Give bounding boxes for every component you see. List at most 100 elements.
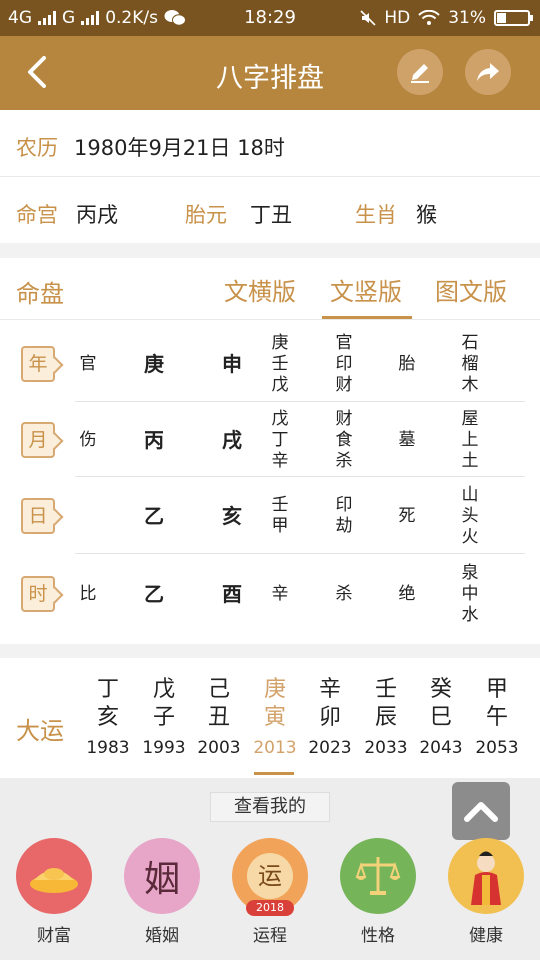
dayun-year: 2053 — [475, 738, 519, 758]
battery-percent: 31% — [448, 8, 486, 28]
minggong-value: 丙戌 — [76, 203, 118, 227]
dayun-ganzhi: 卯 — [318, 705, 341, 730]
category-3[interactable]: 运 2018 运程 — [232, 838, 308, 946]
category-label: 运程 — [253, 926, 287, 946]
status-bar: 4G G 0.2K/s 18:29 HD 31% — [0, 0, 540, 36]
dayun-label: 大运 — [16, 717, 64, 745]
year-badge: 2018 — [246, 900, 294, 916]
dayun-year: 2023 — [308, 738, 352, 758]
active-tab-indicator — [322, 316, 412, 319]
pillar-tag: 月 — [21, 422, 55, 458]
fortune-coin-icon: 运 2018 — [232, 838, 308, 916]
fortune-glyph: 运 — [247, 853, 293, 899]
chart-title: 命盘 — [16, 280, 64, 308]
dayun-year: 2033 — [364, 738, 408, 758]
pillar-gan: 丙 — [144, 428, 164, 452]
pillar-row: 月伤丙戌戊 丁 辛财 食 杀墓屋 上 土 — [0, 403, 540, 477]
view-mine-label: 查看我的 — [210, 792, 330, 822]
dayun-item[interactable]: 甲午 2053 — [467, 676, 527, 758]
dayun-ganzhi: 戊 — [152, 677, 175, 702]
chevron-up-icon — [464, 802, 498, 822]
page-title: 八字排盘 — [216, 63, 324, 94]
marriage-character-icon: 姻 — [124, 838, 200, 914]
dayun-ganzhi: 庚 — [263, 677, 286, 702]
category-label: 婚姻 — [145, 926, 179, 946]
pillar-changsheng: 死 — [398, 505, 416, 526]
lunar-value: 1980年9月21日 18时 — [74, 136, 285, 160]
app-header: 八字排盘 — [0, 36, 540, 110]
dayun-ganzhi: 子 — [152, 705, 175, 730]
dayun-ganzhi: 丑 — [207, 705, 230, 730]
taiyuan-label: 胎元 — [185, 203, 227, 227]
pillar-cang-shishen: 杀 — [335, 583, 353, 604]
pillar-row: 时比乙酉辛杀绝泉 中 水 — [0, 554, 540, 634]
gold-ingot-icon — [16, 838, 92, 914]
tab-horizontal[interactable]: 文横版 — [224, 272, 296, 307]
pillar-shishen: 比 — [79, 583, 97, 604]
dayun-ganzhi: 癸 — [429, 677, 452, 702]
dayun-year: 1993 — [142, 738, 186, 758]
pillar-nayin: 屋 上 土 — [461, 408, 479, 471]
mute-icon — [360, 10, 376, 26]
wifi-icon — [418, 10, 440, 25]
pillar-row: 日乙亥壬 甲印 劫死山 头 火 — [0, 478, 540, 554]
pillar-zhi: 亥 — [222, 504, 242, 528]
pillar-cang-shishen: 财 食 杀 — [335, 408, 353, 471]
zodiac-value: 猴 — [416, 203, 437, 227]
dayun-item[interactable]: 戊子 1993 — [134, 676, 194, 758]
pillar-nayin: 泉 中 水 — [461, 562, 479, 625]
dayun-year: 2003 — [197, 738, 241, 758]
dayun-item[interactable]: 辛卯 2023 — [300, 676, 360, 758]
hd-label: HD — [384, 8, 411, 28]
pillar-zhi: 戌 — [222, 428, 242, 452]
pillar-gan: 乙 — [144, 582, 164, 606]
pillar-canggan: 辛 — [271, 583, 289, 604]
category-label: 性格 — [361, 926, 395, 946]
lunar-label: 农历 — [16, 136, 58, 160]
pillar-changsheng: 绝 — [398, 583, 416, 604]
pillar-nayin: 石 榴 木 — [461, 332, 479, 395]
pillar-zhi: 申 — [222, 352, 242, 376]
pillar-tag: 日 — [21, 498, 55, 534]
dayun-year: 2043 — [419, 738, 463, 758]
dayun-year: 1983 — [86, 738, 130, 758]
pencil-icon — [411, 64, 429, 83]
share-arrow-icon — [477, 63, 499, 81]
dayun-ganzhi: 壬 — [374, 677, 397, 702]
scroll-top-button[interactable] — [452, 782, 510, 840]
category-2[interactable]: 姻婚姻 — [124, 838, 200, 946]
tab-vertical[interactable]: 文竖版 — [330, 272, 402, 307]
dayun-ganzhi: 己 — [207, 677, 230, 702]
divider — [0, 319, 540, 320]
row-divider — [75, 401, 525, 402]
dayun-item[interactable]: 己丑 2003 — [189, 676, 249, 758]
dayun-item[interactable]: 癸巳 2043 — [411, 676, 471, 758]
dayun-year: 2013 — [253, 738, 297, 758]
lunar-date-row: 农历 1980年9月21日 18时 — [0, 110, 540, 176]
dayun-ganzhi: 辰 — [374, 705, 397, 730]
category-4[interactable]: 性格 — [340, 838, 416, 946]
dayun-ganzhi: 丁 — [96, 677, 119, 702]
zodiac-label: 生肖 — [355, 203, 397, 227]
pillar-tag: 年 — [21, 346, 55, 382]
category-1[interactable]: 财富 — [16, 838, 92, 946]
pillar-canggan: 戊 丁 辛 — [271, 408, 289, 471]
pillar-canggan: 壬 甲 — [271, 495, 289, 536]
info-row: 命宫 丙戌 胎元 丁丑 生肖 猴 — [0, 177, 540, 243]
taiyuan-value: 丁丑 — [250, 203, 292, 227]
dayun-item[interactable]: 壬辰 2033 — [356, 676, 416, 758]
category-label: 健康 — [469, 926, 503, 946]
pillar-cang-shishen: 印 劫 — [335, 495, 353, 536]
pillar-gan: 庚 — [144, 352, 164, 376]
pillar-shishen: 伤 — [79, 429, 97, 450]
tab-graphic[interactable]: 图文版 — [435, 272, 507, 307]
category-5[interactable]: 健康 — [448, 838, 524, 946]
dayun-ganzhi: 巳 — [429, 705, 452, 730]
share-button[interactable] — [465, 49, 511, 95]
battery-icon — [494, 10, 533, 26]
dayun-item[interactable]: 丁亥 1983 — [78, 676, 138, 758]
row-divider — [75, 476, 525, 477]
dayun-item[interactable]: 庚寅 2013 — [245, 676, 305, 758]
edit-button[interactable] — [397, 49, 443, 95]
marriage-glyph: 姻 — [143, 859, 180, 900]
